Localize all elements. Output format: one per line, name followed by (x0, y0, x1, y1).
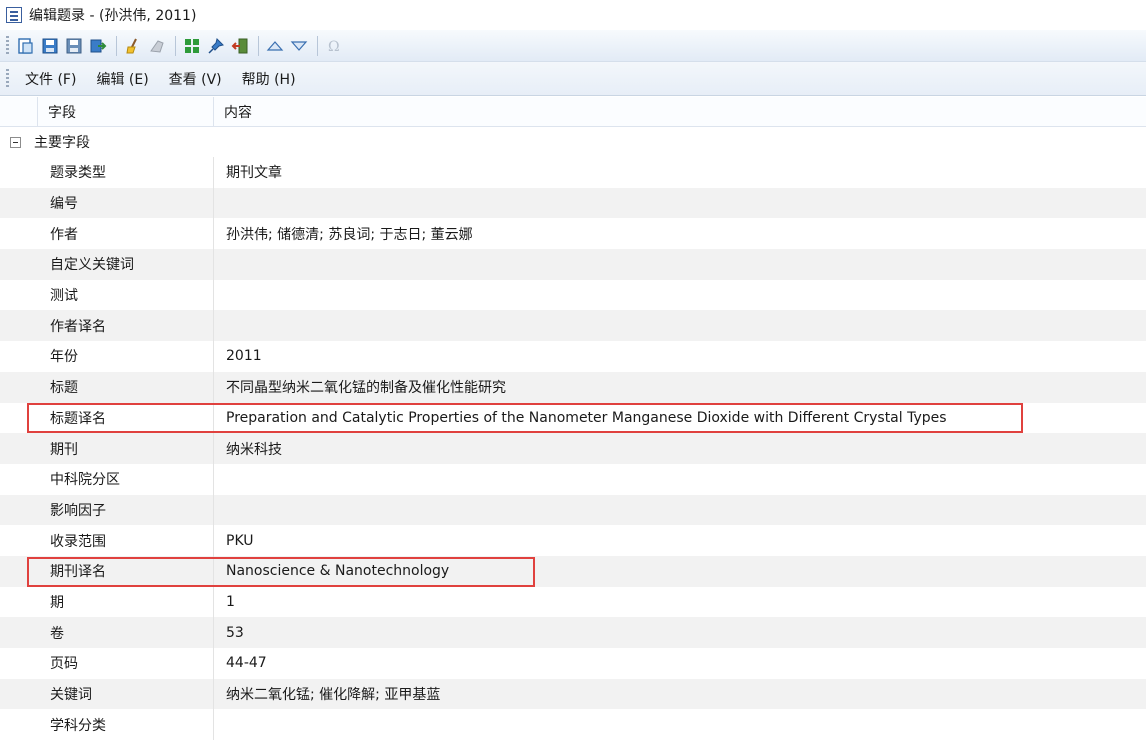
table-row[interactable]: 关键词 纳米二氧化锰; 催化降解; 亚甲基蓝 (0, 678, 1146, 710)
table-row[interactable]: 标题 不同晶型纳米二氧化锰的制备及催化性能研究 (0, 371, 1146, 403)
menu-bar: 文件 (F) 编辑 (E) 查看 (V) 帮助 (H) (0, 62, 1146, 96)
field-name: 标题译名 (38, 402, 214, 434)
table-row[interactable]: 测试 (0, 279, 1146, 311)
field-value[interactable]: 53 (214, 617, 1146, 648)
field-value[interactable]: Nanoscience & Nanotechnology (214, 556, 1146, 587)
pin-icon[interactable] (205, 35, 227, 57)
table-row[interactable]: 影响因子 (0, 494, 1146, 526)
field-name: 作者译名 (38, 310, 214, 342)
table-row[interactable]: 期1 (0, 586, 1146, 618)
field-name: 测试 (38, 279, 214, 311)
field-value[interactable] (214, 310, 1146, 341)
table-row[interactable]: 作者译名 (0, 310, 1146, 342)
field-value[interactable]: 不同晶型纳米二氧化锰的制备及催化性能研究 (214, 372, 1146, 403)
menu-help[interactable]: 帮助 (H) (232, 69, 306, 89)
field-value[interactable]: 44-47 (214, 648, 1146, 679)
field-value[interactable]: 孙洪伟; 储德清; 苏良词; 于志日; 董云娜 (214, 218, 1146, 249)
field-value[interactable]: 1 (214, 587, 1146, 618)
property-grid: 字段 内容 主要字段 题录类型 期刊文章 编号 作者 孙洪伟; 储德清; 苏良词; 于志… (0, 96, 1146, 741)
field-name: 学科分类 (38, 709, 214, 741)
menu-file[interactable]: 文件 (F) (15, 69, 86, 89)
grid-rows: 题录类型 期刊文章 编号 作者 孙洪伟; 储德清; 苏良词; 于志日; 董云娜 自定义关键… (0, 157, 1146, 741)
toolbar-grip[interactable] (6, 35, 9, 56)
table-row[interactable]: 期刊 纳米科技 (0, 433, 1146, 464)
field-name: 影响因子 (38, 494, 214, 526)
field-value[interactable] (214, 280, 1146, 311)
svg-text:Ω: Ω (328, 39, 340, 55)
exit-icon[interactable] (229, 35, 251, 57)
table-row[interactable]: 自定义关键词 (0, 249, 1146, 280)
field-name: 卷 (38, 617, 214, 648)
menu-view[interactable]: 查看 (V) (159, 69, 232, 89)
field-name: 自定义关键词 (38, 249, 214, 280)
list-icon (6, 7, 22, 23)
field-value[interactable]: 纳米二氧化锰; 催化降解; 亚甲基蓝 (214, 679, 1146, 710)
table-row[interactable]: 学科分类 (0, 709, 1146, 741)
title-bar: 编辑题录 - (孙洪伟, 2011) (0, 0, 1146, 30)
field-name: 期 (38, 586, 214, 618)
toolbar-separator (317, 35, 318, 56)
table-row[interactable]: 中科院分区 (0, 463, 1146, 495)
field-name: 关键词 (38, 678, 214, 710)
field-name: 页码 (38, 648, 214, 679)
grid-icon[interactable] (181, 35, 203, 57)
field-value[interactable] (214, 188, 1146, 219)
field-name: 编号 (38, 187, 214, 219)
menu-edit[interactable]: 编辑 (E) (86, 69, 158, 89)
field-name: 收录范围 (38, 525, 214, 556)
table-row[interactable]: 标题译名 Preparation and Catalytic Properties… (0, 402, 1146, 434)
field-value[interactable]: 纳米科技 (214, 433, 1146, 464)
export-icon[interactable] (87, 35, 109, 57)
toolbar-separator (175, 35, 176, 56)
field-name: 期刊 (38, 433, 214, 464)
up-arrow-icon[interactable] (264, 35, 286, 57)
save-as-icon[interactable] (63, 35, 85, 57)
field-name: 题录类型 (38, 157, 214, 188)
table-row[interactable]: 作者 孙洪伟; 储德清; 苏良词; 于志日; 董云娜 (0, 218, 1146, 250)
table-row[interactable]: 年份 2011 (0, 341, 1146, 372)
field-value[interactable]: Preparation and Catalytic Properties of … (214, 403, 1146, 434)
omega-icon[interactable]: Ω (323, 35, 345, 57)
column-header-content[interactable]: 内容 (214, 97, 1146, 127)
new-record-icon[interactable] (15, 35, 37, 57)
field-name: 作者 (38, 218, 214, 250)
group-row: 主要字段 (0, 127, 1146, 157)
window-title: 编辑题录 - (孙洪伟, 2011) (29, 8, 197, 24)
field-name: 中科院分区 (38, 463, 214, 495)
save-icon[interactable] (39, 35, 61, 57)
table-row[interactable]: 页码 44-47 (0, 648, 1146, 679)
toolbar-separator (116, 35, 117, 56)
collapse-icon[interactable] (10, 136, 21, 148)
table-row[interactable]: 卷 53 (0, 617, 1146, 648)
table-row[interactable]: 编号 (0, 187, 1146, 219)
field-value[interactable]: 2011 (214, 341, 1146, 372)
menu-grip[interactable] (6, 68, 9, 89)
table-row[interactable]: 题录类型 期刊文章 (0, 157, 1146, 188)
field-value[interactable] (214, 709, 1146, 740)
toolbar-separator (258, 35, 259, 56)
group-label: 主要字段 (34, 135, 90, 151)
field-name: 年份 (38, 341, 214, 372)
field-value[interactable] (214, 249, 1146, 280)
field-value[interactable] (214, 495, 1146, 526)
field-name: 标题 (38, 371, 214, 403)
field-value[interactable] (214, 464, 1146, 495)
toolbar: Ω (0, 30, 1146, 62)
table-row[interactable]: 期刊译名 Nanoscience & Nanotechnology (0, 555, 1146, 587)
tag-icon[interactable] (146, 35, 168, 57)
grid-header: 字段 内容 (0, 96, 1146, 127)
table-row[interactable]: 收录范围 PKU (0, 525, 1146, 556)
field-value[interactable]: PKU (214, 525, 1146, 556)
field-value[interactable]: 期刊文章 (214, 157, 1146, 188)
clean-icon[interactable] (122, 35, 144, 57)
column-header-field[interactable]: 字段 (38, 96, 214, 127)
field-name: 期刊译名 (38, 555, 214, 587)
down-arrow-icon[interactable] (288, 35, 310, 57)
